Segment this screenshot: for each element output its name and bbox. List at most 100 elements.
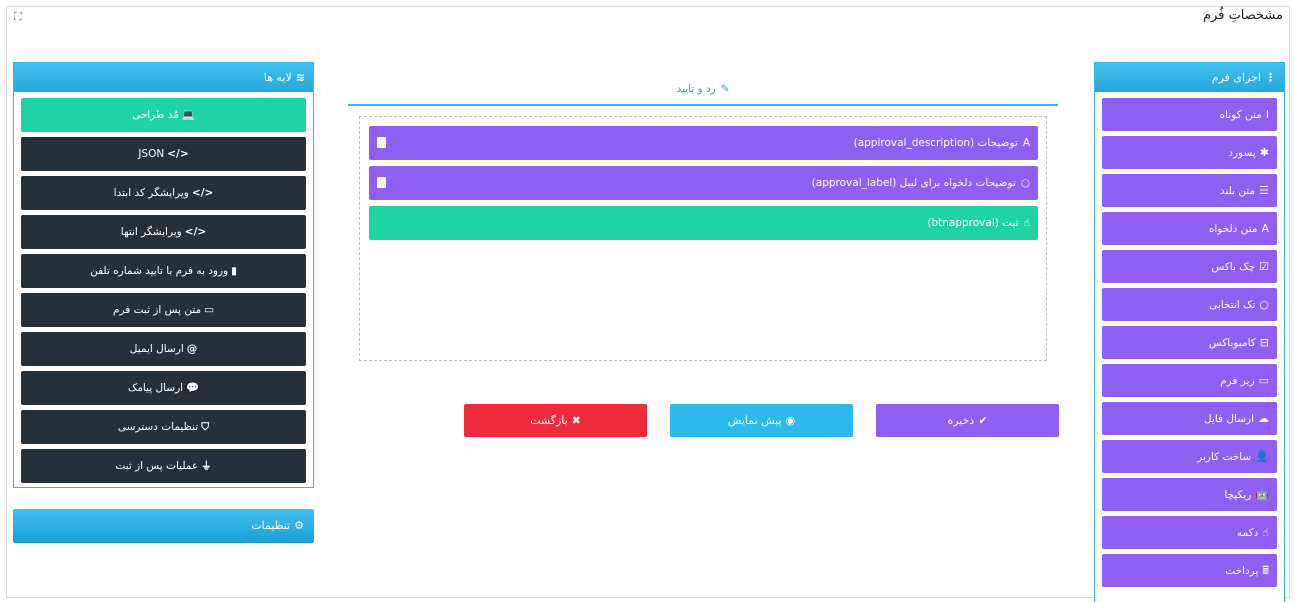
layer-item[interactable]: 💻مُد طراحی: [21, 98, 306, 132]
font-icon: A: [1022, 137, 1030, 149]
mobile-icon: ▮: [231, 265, 237, 277]
select-icon: ⊟: [1259, 336, 1269, 349]
form-element-label: پرداخت: [1225, 565, 1259, 577]
eye-icon: ◉: [785, 414, 796, 427]
close-icon: ✖: [571, 414, 581, 427]
form-element-label: چک باکس: [1211, 261, 1256, 273]
form-element-label: ارسال فایل: [1203, 413, 1254, 425]
layers-list: 💻مُد طراحی </>JSON </>ویرایشگر کد ابتدا </>…: [14, 92, 313, 483]
code-icon: </>: [184, 226, 207, 238]
form-element-label: متن بلند: [1219, 185, 1256, 197]
form-element-item[interactable]: ⊟کامبوباکس: [1102, 326, 1277, 359]
layer-label: ویرایشگر کد ابتدا: [113, 187, 189, 199]
form-element-item[interactable]: Iمتن کوتاه: [1102, 98, 1277, 131]
gear-icon: ⚙: [294, 519, 304, 532]
form-element-label: متن دلخواه: [1208, 223, 1258, 235]
window-icon: ▭: [1258, 374, 1269, 387]
pointer-icon: ☝: [1023, 217, 1030, 229]
check-icon: ✔: [978, 414, 988, 427]
page-title: مشخصاتِ فُرم: [1203, 8, 1283, 23]
layers-icon: ≋: [295, 71, 305, 84]
drag-handle-icon[interactable]: [377, 137, 386, 148]
checkbox-icon: ☑: [1259, 260, 1269, 273]
radio-icon: ○: [1259, 298, 1269, 311]
robot-icon: 🤖: [1255, 488, 1269, 501]
laptop-icon: 💻: [181, 109, 195, 121]
save-button[interactable]: ✔ذخیره: [876, 404, 1059, 437]
layer-item[interactable]: 💬ارسال پیامک: [21, 371, 306, 405]
layer-item[interactable]: </>ویرایشگر انتها: [21, 215, 306, 249]
form-element-item[interactable]: Aمتن دلخواه: [1102, 212, 1277, 245]
asterisk-icon: ✱: [1259, 146, 1269, 159]
form-element-label: پسورد: [1228, 147, 1256, 159]
tab-approval[interactable]: ✎ رد و تایید: [348, 78, 1058, 106]
form-element-label: ریکپچا: [1224, 489, 1252, 501]
plug-icon: ⏚: [201, 460, 212, 472]
form-elements-panel: ⋮ اجزای فرم Iمتن کوتاه ✱پسورد ☰متن بلند Aمتن…: [1094, 62, 1285, 602]
form-element-label: تک انتخابی: [1209, 299, 1256, 311]
layer-item[interactable]: </>ویرایشگر کد ابتدا: [21, 176, 306, 210]
form-element-item[interactable]: ✱پسورد: [1102, 136, 1277, 169]
tab-approval-label: رد و تایید: [676, 83, 716, 95]
form-element-item[interactable]: ○تک انتخابی: [1102, 288, 1277, 321]
layers-header: ≋لایه ها: [14, 63, 313, 92]
text-cursor-icon: I: [1265, 108, 1269, 121]
pointer-icon: ☝: [1262, 526, 1269, 539]
back-button-label: بازگشت: [530, 414, 568, 427]
shield-icon: ⛉: [201, 421, 210, 433]
layer-label: JSON: [138, 148, 165, 160]
layer-label: متن پس از ثبت فرم: [112, 304, 202, 316]
back-button[interactable]: ✖بازگشت: [464, 404, 647, 437]
form-element-item[interactable]: ☁ ارسال فایل: [1102, 402, 1277, 435]
layer-label: ورود به فرم با تایید شماره تلفن: [90, 265, 229, 277]
code-icon: </>: [167, 148, 189, 160]
form-element-item[interactable]: ▭زیر فرم: [1102, 364, 1277, 397]
preview-button[interactable]: ◉پیش نمایش: [670, 404, 853, 437]
form-element-item[interactable]: 🤖ریکپچا: [1102, 478, 1277, 511]
layer-label: تنظیمات دسترسی: [117, 421, 199, 433]
save-button-label: ذخیره: [947, 414, 975, 427]
paragraph-icon: ☰: [1259, 184, 1269, 197]
form-element-item[interactable]: ☑چک باکس: [1102, 250, 1277, 283]
form-field[interactable]: ○ توضیحات دلخواه برای لیبل (approval_labe…: [369, 166, 1038, 200]
form-elements-title: اجزای فرم: [1211, 71, 1261, 84]
layer-item[interactable]: ⛉تنظیمات دسترسی: [21, 410, 306, 444]
layer-item[interactable]: ⏚عملیات پس از ثبت: [21, 449, 306, 483]
cloud-upload-icon: ☁: [1258, 412, 1269, 425]
layer-item[interactable]: ▭متن پس از ثبت فرم: [21, 293, 306, 327]
form-field[interactable]: A توضیحات (appiroval_description): [369, 126, 1038, 160]
form-element-item[interactable]: ☝دکمه: [1102, 516, 1277, 549]
layer-label: ویرایشگر انتها: [120, 226, 182, 238]
layer-label: ارسال پیامک: [127, 382, 184, 394]
form-element-label: کامبوباکس: [1208, 337, 1256, 349]
layer-item[interactable]: @ارسال ایمیل: [21, 332, 306, 366]
layer-label: عملیات پس از ثبت: [115, 460, 199, 472]
form-element-label: ساخت کاربر: [1197, 451, 1252, 463]
form-elements-list: Iمتن کوتاه ✱پسورد ☰متن بلند Aمتن دلخواه ☑چک …: [1095, 92, 1284, 587]
comment-icon: 💬: [186, 382, 200, 394]
form-element-item[interactable]: ☰متن بلند: [1102, 174, 1277, 207]
layer-label: مُد طراحی: [132, 109, 179, 121]
layers-panel: ≋لایه ها 💻مُد طراحی </>JSON </>ویرایشگر کد…: [13, 62, 314, 488]
layer-label: ارسال ایمیل: [129, 343, 184, 355]
radio-icon: ○: [1020, 177, 1030, 189]
list-icon: ⋮: [1265, 71, 1276, 84]
form-element-label: متن کوتاه: [1219, 109, 1262, 121]
form-element-label: زیر فرم: [1220, 375, 1255, 387]
form-canvas[interactable]: A توضیحات (appiroval_description) ○ توضیحات…: [359, 116, 1047, 361]
form-element-item[interactable]: 👤ساخت کاربر: [1102, 440, 1277, 473]
preview-button-label: پیش نمایش: [727, 414, 782, 427]
expand-icon[interactable]: ⛶: [14, 10, 22, 24]
calculator-icon: 🖩: [1262, 564, 1269, 577]
user-icon: 👤: [1255, 450, 1269, 463]
layer-item[interactable]: </>JSON: [21, 137, 306, 171]
form-elements-header: ⋮ اجزای فرم: [1095, 63, 1284, 92]
layer-item[interactable]: ▮ورود به فرم با تایید شماره تلفن: [21, 254, 306, 288]
form-field-label: توضیحات (appiroval_description): [853, 137, 1018, 149]
settings-panel-header[interactable]: ⚙تنظیمات: [13, 509, 314, 543]
form-element-item[interactable]: 🖩پرداخت: [1102, 554, 1277, 587]
edit-icon: ✎: [720, 83, 730, 95]
form-element-label: دکمه: [1236, 527, 1259, 539]
drag-handle-icon[interactable]: [377, 177, 386, 188]
form-field[interactable]: ☝ ثبت (btnapproval): [369, 206, 1038, 240]
